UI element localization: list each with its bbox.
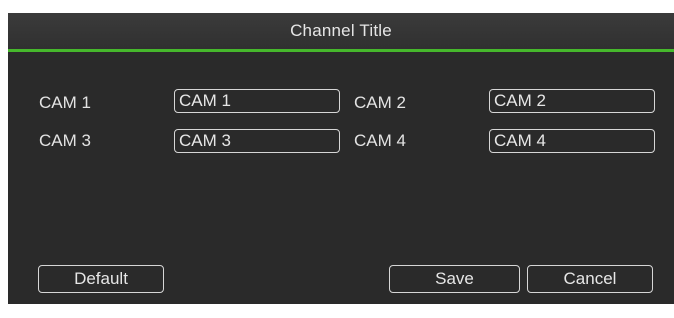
cam-4-name-input[interactable] bbox=[489, 129, 655, 153]
cam-1-label: CAM 1 bbox=[39, 93, 91, 112]
page: Channel Title CAM 1 CAM 2 CAM 3 CAM 4 De… bbox=[0, 0, 674, 318]
channel-title-dialog: Channel Title CAM 1 CAM 2 CAM 3 CAM 4 De… bbox=[8, 13, 674, 304]
cam-2-label: CAM 2 bbox=[354, 93, 406, 112]
cam-2-name-input[interactable] bbox=[489, 89, 655, 113]
save-button[interactable]: Save bbox=[389, 265, 520, 293]
cam-3-label: CAM 3 bbox=[39, 131, 91, 150]
cam-4-label: CAM 4 bbox=[354, 131, 406, 150]
cam-3-name-input[interactable] bbox=[174, 129, 340, 153]
dialog-titlebar: Channel Title bbox=[8, 13, 674, 52]
cancel-button[interactable]: Cancel bbox=[527, 265, 653, 293]
dialog-title: Channel Title bbox=[290, 21, 392, 40]
cam-1-name-input[interactable] bbox=[174, 89, 340, 113]
default-button[interactable]: Default bbox=[38, 265, 164, 293]
